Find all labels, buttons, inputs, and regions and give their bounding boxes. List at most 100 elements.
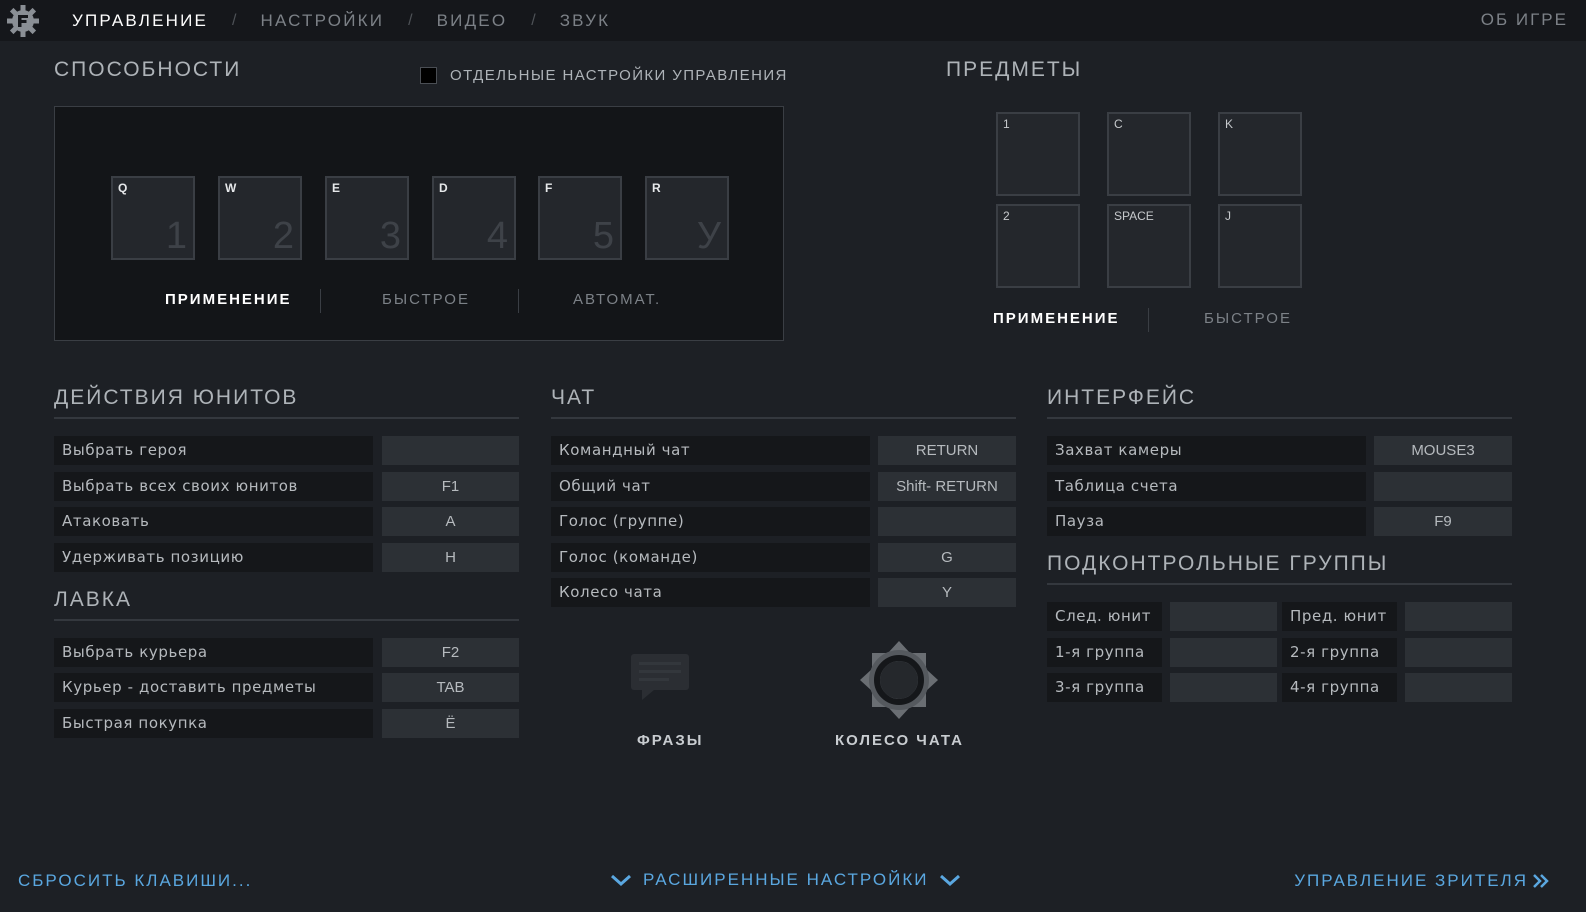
ability-slot-1[interactable]: Q 1: [111, 176, 195, 260]
bind-key-button[interactable]: MOUSE3: [1374, 436, 1512, 465]
bind-row-select-hero: Выбрать героя: [54, 436, 519, 465]
chevron-down-icon: [940, 874, 961, 887]
bind-row-voice-team: Голос (команде) G: [551, 543, 1016, 572]
bind-label: Атаковать: [54, 507, 373, 536]
nav-tab-settings[interactable]: НАСТРОЙКИ: [261, 11, 385, 31]
bind-label: Таблица счета: [1047, 472, 1366, 501]
bind-label: След. юнит: [1047, 602, 1162, 631]
bind-key-button[interactable]: [1405, 638, 1512, 667]
nav-separator: /: [531, 11, 536, 29]
bind-key-button[interactable]: [1170, 638, 1277, 667]
ability-mode-normal[interactable]: ПРИМЕНЕНИЕ: [165, 291, 292, 308]
ability-mode-auto[interactable]: АВТОМАТ.: [573, 291, 661, 308]
separate-settings-toggle[interactable]: ОТДЕЛЬНЫЕ НАСТРОЙКИ УПРАВЛЕНИЯ: [420, 67, 788, 84]
item-slot-2[interactable]: C: [1107, 112, 1191, 196]
bind-key-button[interactable]: [878, 507, 1016, 536]
bind-row-select-all-units: Выбрать всех своих юнитов F1: [54, 472, 519, 501]
bind-label: Захват камеры: [1047, 436, 1366, 465]
bind-row-group-2: 2-я группа: [1282, 638, 1512, 667]
nav-separator: /: [232, 11, 237, 29]
spectator-controls-link[interactable]: УПРАВЛЕНИЕ ЗРИТЕЛЯ: [1294, 871, 1550, 891]
bind-label: Выбрать курьера: [54, 638, 373, 667]
phrases-icon[interactable]: [628, 652, 700, 704]
bind-label: 2-я группа: [1282, 638, 1397, 667]
item-slot-4[interactable]: 2: [996, 204, 1080, 288]
item-hotkey: J: [1225, 209, 1231, 223]
item-hotkey: 1: [1003, 117, 1010, 131]
unit-actions-title: ДЕЙСТВИЯ ЮНИТОВ: [54, 386, 299, 409]
bind-row-scoreboard: Таблица счета: [1047, 472, 1512, 501]
bind-row-prev-unit: Пред. юнит: [1282, 602, 1512, 631]
item-hotkey: SPACE: [1114, 209, 1154, 223]
bind-key-button[interactable]: [1405, 602, 1512, 631]
item-mode-normal[interactable]: ПРИМЕНЕНИЕ: [993, 310, 1120, 327]
ability-hotkey: W: [225, 181, 237, 195]
bind-row-group-1: 1-я группа: [1047, 638, 1277, 667]
section-underline: [54, 417, 519, 419]
bind-label: Курьер - доставить предметы: [54, 673, 373, 702]
ability-slot-4[interactable]: D 4: [432, 176, 516, 260]
ability-slot-5[interactable]: F 5: [538, 176, 622, 260]
bind-label: Голос (группе): [551, 507, 870, 536]
abilities-panel: Q 1 W 2 E 3 D 4 F 5 R У ПРИМЕНЕНИЕ БЫСТР…: [54, 106, 784, 341]
chat-wheel-label: КОЛЕСО ЧАТА: [835, 732, 964, 749]
item-slot-3[interactable]: K: [1218, 112, 1302, 196]
bind-row-team-chat: Командный чат RETURN: [551, 436, 1016, 465]
bind-key-button[interactable]: Ё: [382, 709, 519, 738]
nav-separator: /: [408, 11, 413, 29]
bind-key-button[interactable]: [1374, 472, 1512, 501]
bind-key-button[interactable]: [1405, 673, 1512, 702]
separate-settings-checkbox[interactable]: [420, 67, 437, 84]
bind-key-button[interactable]: RETURN: [878, 436, 1016, 465]
bind-label: 1-я группа: [1047, 638, 1162, 667]
section-underline: [54, 619, 519, 621]
chat-wheel-icon[interactable]: [858, 639, 940, 721]
ability-hotkey: Q: [118, 181, 128, 195]
bind-label: Выбрать всех своих юнитов: [54, 472, 373, 501]
control-groups-title: ПОДКОНТРОЛЬНЫЕ ГРУППЫ: [1047, 552, 1389, 575]
nav-tab-video[interactable]: ВИДЕО: [437, 11, 508, 31]
gear-icon[interactable]: [6, 4, 40, 38]
bind-label: Выбрать героя: [54, 436, 373, 465]
reset-keys-link[interactable]: СБРОСИТЬ КЛАВИШИ...: [18, 871, 252, 891]
bind-key-button[interactable]: F1: [382, 472, 519, 501]
bind-key-button[interactable]: TAB: [382, 673, 519, 702]
bind-row-group-3: 3-я группа: [1047, 673, 1277, 702]
item-slot-5[interactable]: SPACE: [1107, 204, 1191, 288]
bind-label: 4-я группа: [1282, 673, 1397, 702]
bind-label: Пауза: [1047, 507, 1366, 536]
about-game-link[interactable]: ОБ ИГРЕ: [1481, 10, 1568, 30]
bind-key-button[interactable]: F2: [382, 638, 519, 667]
bind-row-voice-party: Голос (группе): [551, 507, 1016, 536]
mode-divider: [518, 289, 519, 313]
ability-slot-number: У: [696, 215, 721, 257]
bind-key-button[interactable]: H: [382, 543, 519, 572]
shop-title: ЛАВКА: [54, 588, 133, 611]
bind-key-button[interactable]: [1170, 673, 1277, 702]
bind-key-button[interactable]: [382, 436, 519, 465]
item-slot-1[interactable]: 1: [996, 112, 1080, 196]
ability-mode-quick[interactable]: БЫСТРОЕ: [382, 291, 470, 308]
bind-key-button[interactable]: Shift- RETURN: [878, 472, 1016, 501]
bind-key-button[interactable]: G: [878, 543, 1016, 572]
bind-label: 3-я группа: [1047, 673, 1162, 702]
top-nav-bar: УПРАВЛЕНИЕ / НАСТРОЙКИ / ВИДЕО / ЗВУК ОБ…: [0, 0, 1586, 41]
nav-tab-sound[interactable]: ЗВУК: [560, 11, 611, 31]
advanced-settings-toggle[interactable]: РАСШИРЕННЫЕ НАСТРОЙКИ: [610, 870, 961, 890]
double-chevron-right-icon: [1533, 874, 1549, 888]
bind-row-attack: Атаковать A: [54, 507, 519, 536]
ability-slot-2[interactable]: W 2: [218, 176, 302, 260]
mode-divider: [1148, 308, 1149, 332]
bind-key-button[interactable]: F9: [1374, 507, 1512, 536]
nav-tab-controls[interactable]: УПРАВЛЕНИЕ: [72, 11, 208, 31]
bind-row-all-chat: Общий чат Shift- RETURN: [551, 472, 1016, 501]
bind-key-button[interactable]: Y: [878, 578, 1016, 607]
bind-key-button[interactable]: [1170, 602, 1277, 631]
bind-key-button[interactable]: A: [382, 507, 519, 536]
item-mode-quick[interactable]: БЫСТРОЕ: [1204, 310, 1292, 327]
ability-slot-ultimate[interactable]: R У: [645, 176, 729, 260]
item-slot-6[interactable]: J: [1218, 204, 1302, 288]
bind-row-camera-grab: Захват камеры MOUSE3: [1047, 436, 1512, 465]
ability-slot-3[interactable]: E 3: [325, 176, 409, 260]
ability-slot-number: 2: [272, 215, 294, 257]
